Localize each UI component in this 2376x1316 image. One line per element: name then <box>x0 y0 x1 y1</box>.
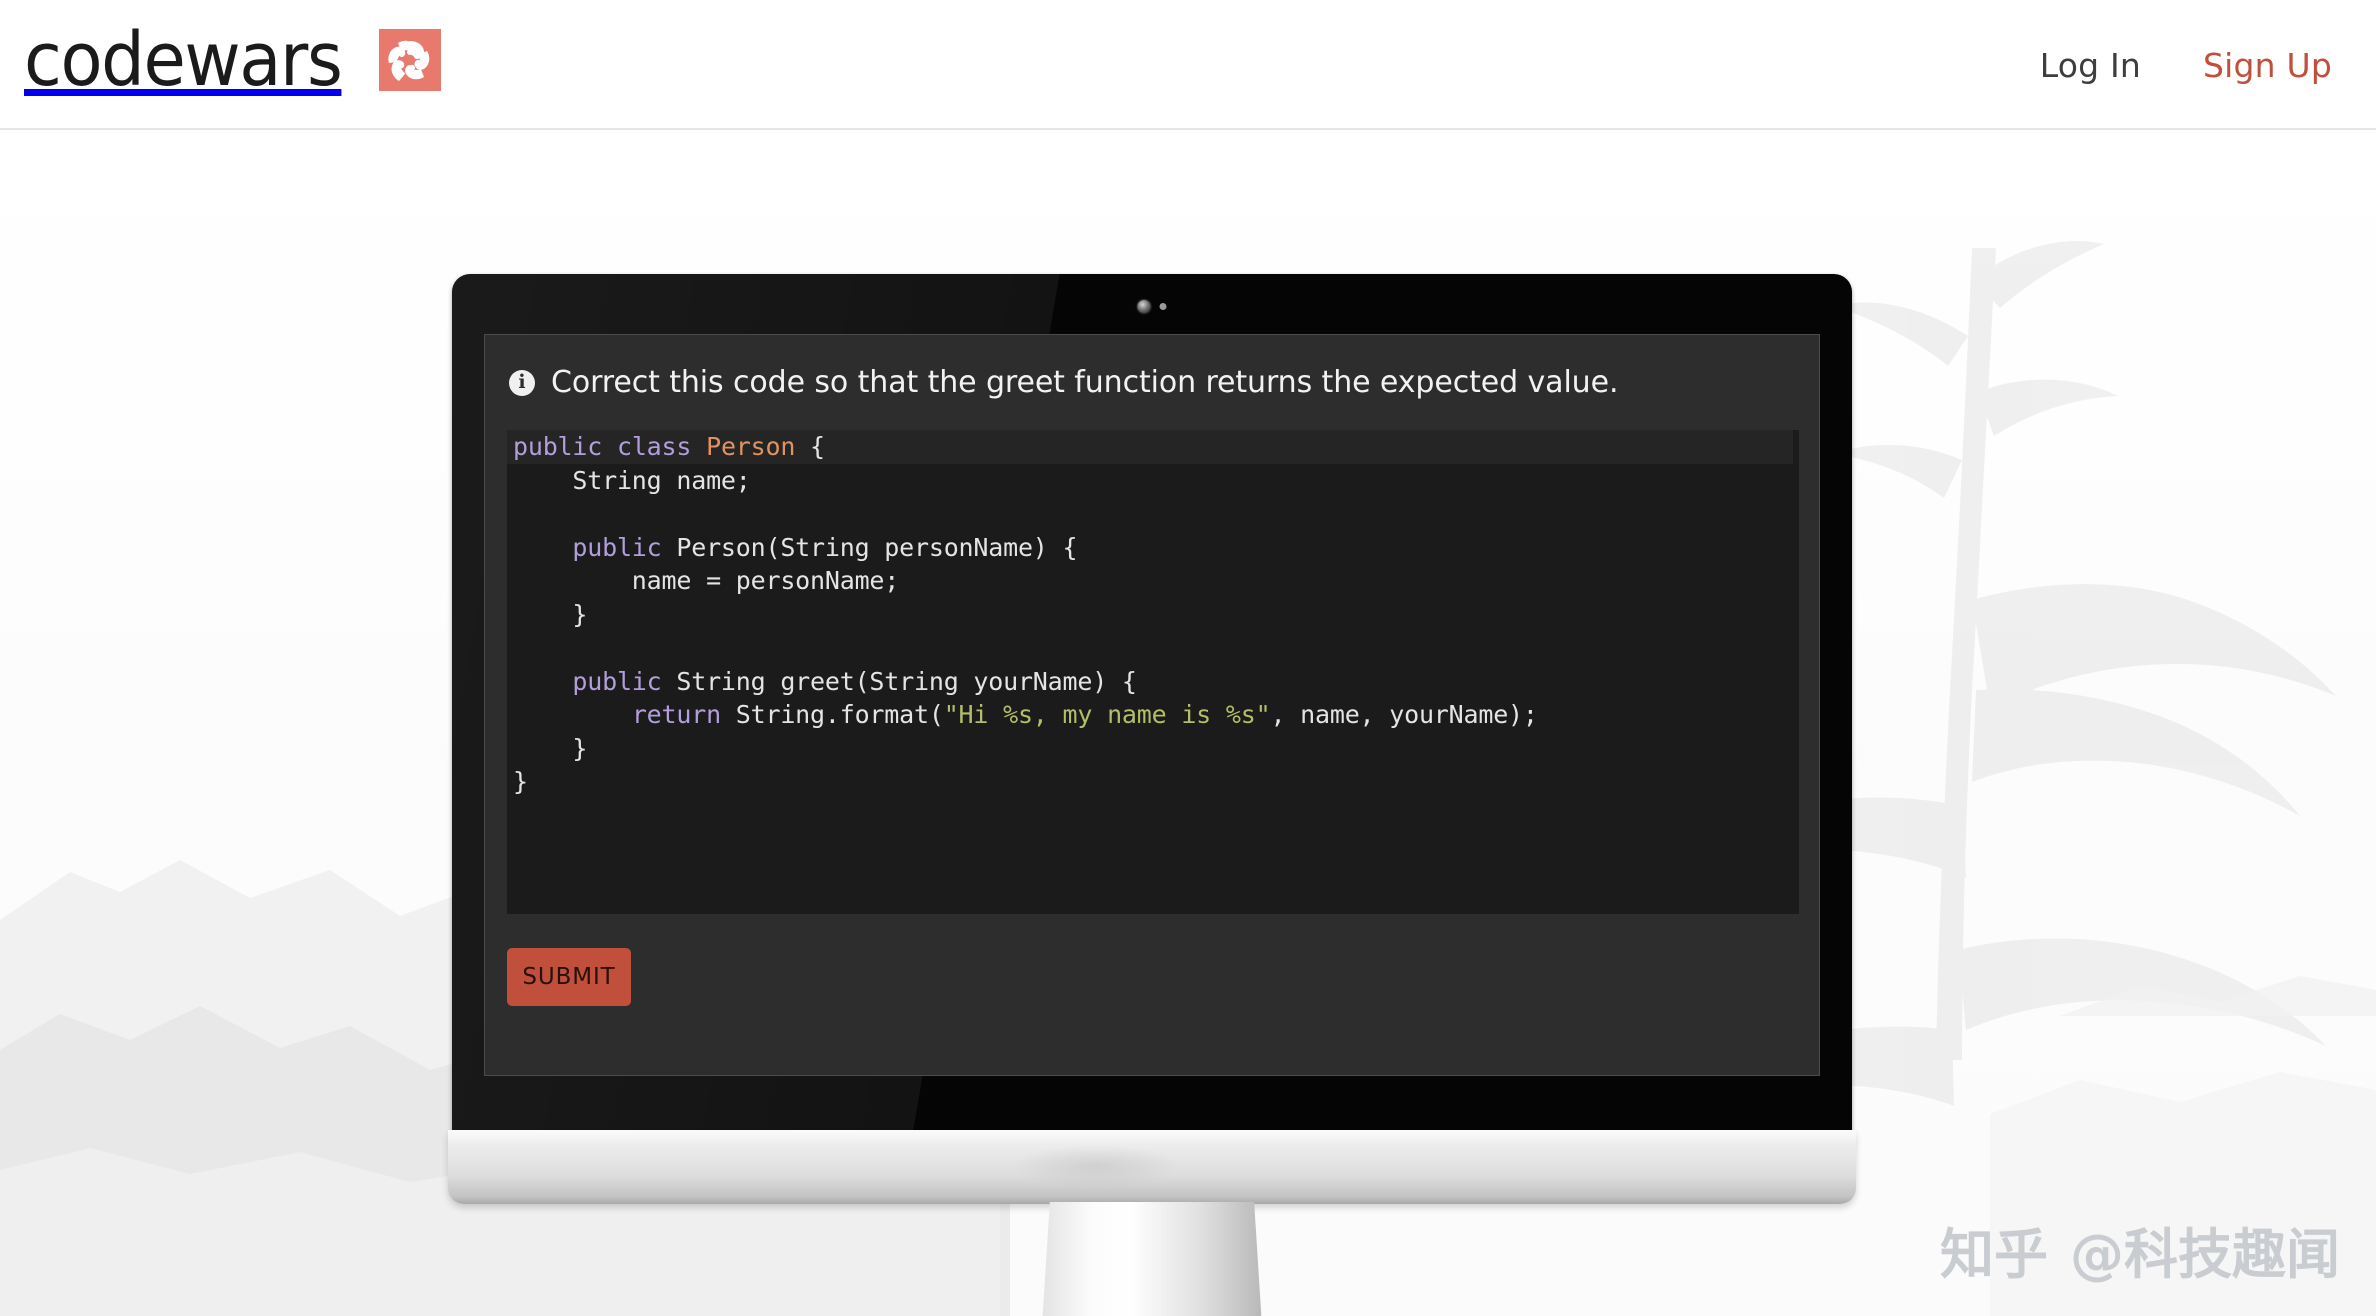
code-token: "Hi %s, my name is %s" <box>943 700 1271 729</box>
code-line[interactable]: } <box>507 598 1799 632</box>
monitor-stand-neck <box>1041 1202 1263 1316</box>
page-root: codewars Log In Sign Up i Correct this c… <box>0 0 2376 1316</box>
webcam-assembly <box>1137 300 1167 313</box>
info-circle-icon: i <box>509 369 535 396</box>
code-line[interactable]: public String greet(String yourName) { <box>507 665 1799 699</box>
code-token: public <box>572 666 662 696</box>
brand-logo-link[interactable]: codewars <box>24 12 442 108</box>
code-token: String greet(String yourName) { <box>661 666 1137 696</box>
code-token: , name, yourName); <box>1270 700 1538 729</box>
instruction-bar: i Correct this code so that the greet fu… <box>485 335 1819 430</box>
header-nav: Log In Sign Up <box>2040 0 2332 130</box>
code-token: { <box>795 432 825 461</box>
kata-screen: i Correct this code so that the greet fu… <box>484 334 1820 1076</box>
desktop-monitor-illustration: i Correct this code so that the greet fu… <box>448 274 1856 1316</box>
sign-up-link[interactable]: Sign Up <box>2203 46 2332 85</box>
code-token: } <box>513 767 528 796</box>
code-token: class <box>616 432 692 461</box>
brand-wordmark: codewars <box>24 17 343 103</box>
code-scroll-track[interactable] <box>1793 430 1799 914</box>
code-token: name = personName; <box>513 566 900 595</box>
webcam-led-icon <box>1159 303 1167 310</box>
code-line[interactable]: String name; <box>507 464 1799 498</box>
code-line[interactable]: } <box>507 765 1799 799</box>
code-line[interactable]: public Person(String personName) { <box>507 531 1799 565</box>
submit-button[interactable]: SUBMIT <box>507 948 631 1006</box>
codewars-rosette-icon <box>379 29 442 91</box>
code-line[interactable]: return String.format("Hi %s, my name is … <box>507 698 1799 732</box>
code-line[interactable]: public class Person { <box>507 430 1799 464</box>
chin-sheen <box>1011 1144 1182 1188</box>
code-token: } <box>513 599 588 629</box>
code-line[interactable] <box>507 631 1799 665</box>
log-in-link[interactable]: Log In <box>2040 46 2141 85</box>
instruction-text: Correct this code so that the greet func… <box>551 365 1619 400</box>
monitor-bezel: i Correct this code so that the greet fu… <box>452 274 1852 1134</box>
code-token: String.format( <box>720 700 944 729</box>
code-lines[interactable]: public class Person { String name; publi… <box>507 430 1799 799</box>
code-line[interactable]: } <box>507 732 1799 766</box>
code-token: Person <box>706 432 796 461</box>
code-token: return <box>631 700 721 729</box>
code-line[interactable]: name = personName; <box>507 564 1799 598</box>
monitor-chin <box>448 1130 1856 1204</box>
site-header: codewars Log In Sign Up <box>0 0 2376 130</box>
code-token: String name; <box>513 465 751 495</box>
code-editor[interactable]: public class Person { String name; publi… <box>507 430 1799 914</box>
code-token: Person(String personName) { <box>661 532 1078 562</box>
code-token: public <box>513 432 603 461</box>
code-line[interactable] <box>507 497 1799 531</box>
code-token: } <box>513 733 588 763</box>
webcam-lens-icon <box>1137 300 1151 313</box>
code-token: public <box>572 532 662 562</box>
